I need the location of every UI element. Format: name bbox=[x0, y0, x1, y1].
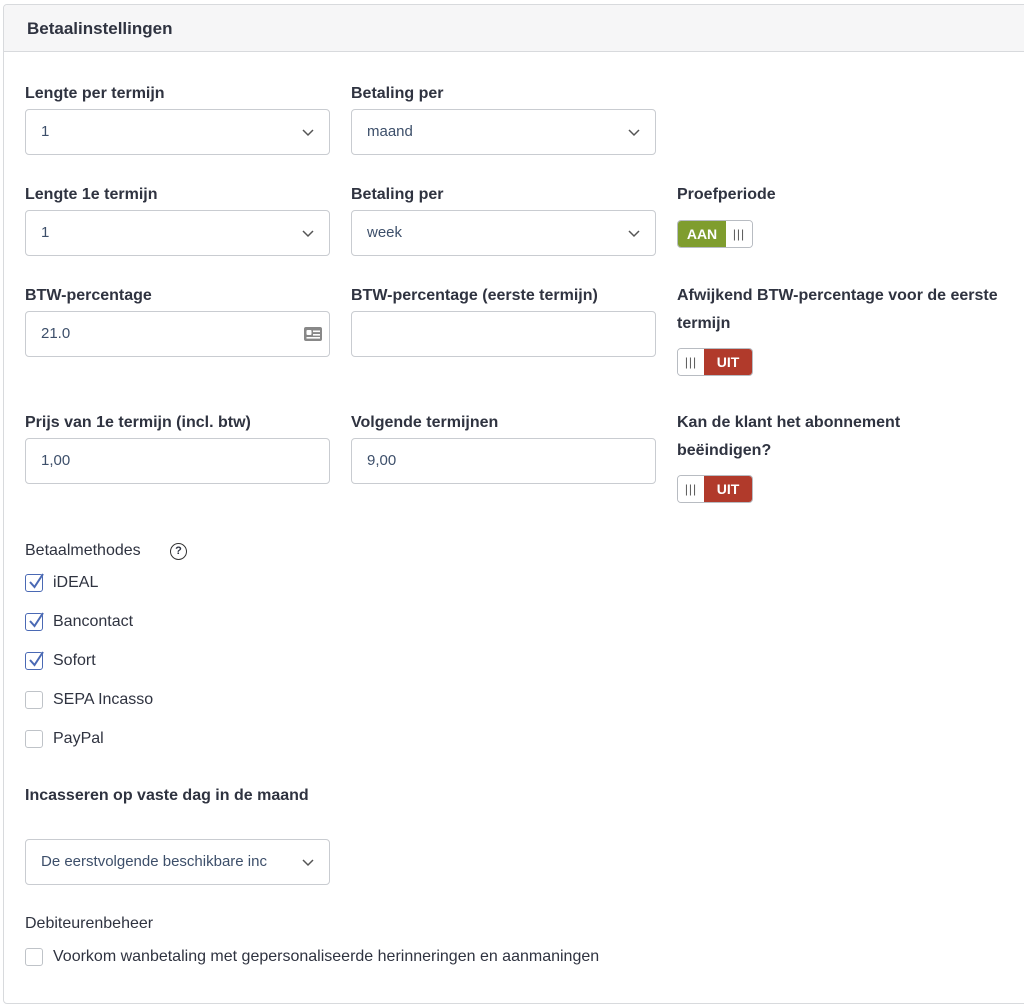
checkmark-icon bbox=[29, 573, 44, 589]
dunning-option[interactable]: Voorkom wanbetaling met gepersonaliseerd… bbox=[25, 945, 599, 969]
customer-cancel-toggle[interactable]: ||| UIT bbox=[677, 475, 753, 503]
first-payment-per-label: Betaling per bbox=[351, 186, 444, 203]
debtor-management-label: Debiteurenbeheer bbox=[25, 915, 154, 932]
first-term-length-value: 1 bbox=[41, 224, 50, 241]
payment-methods-label: Betaalmethodes bbox=[25, 542, 141, 559]
payment-method-label: Sofort bbox=[53, 652, 96, 669]
chevron-down-icon bbox=[302, 129, 314, 137]
checkbox[interactable] bbox=[25, 691, 43, 709]
chevron-down-icon bbox=[302, 230, 314, 238]
checkbox[interactable] bbox=[25, 948, 43, 966]
contact-card-icon bbox=[304, 327, 322, 341]
payment-method-label: Bancontact bbox=[53, 613, 134, 630]
dunning-option-label: Voorkom wanbetaling met gepersonaliseerd… bbox=[53, 948, 600, 965]
vat-first-input[interactable] bbox=[351, 311, 656, 357]
payment-method-item[interactable]: iDEAL bbox=[25, 571, 98, 595]
toggle-state: UIT bbox=[704, 349, 752, 375]
payment-method-label: PayPal bbox=[53, 730, 104, 747]
vat-value: 21.0 bbox=[41, 325, 71, 342]
payment-method-item[interactable]: SEPA Incasso bbox=[25, 688, 153, 712]
collection-day-value: De eerstvolgende beschikbare inc bbox=[41, 853, 267, 870]
vat-first-label: BTW-percentage (eerste termijn) bbox=[351, 287, 598, 304]
vat-label: BTW-percentage bbox=[25, 287, 152, 304]
help-icon[interactable]: ? bbox=[170, 543, 187, 560]
first-term-length-select[interactable]: 1 bbox=[25, 210, 330, 256]
trial-period-toggle[interactable]: AAN ||| bbox=[677, 220, 753, 248]
checkbox-checked[interactable] bbox=[25, 573, 44, 592]
toggle-grip-icon: ||| bbox=[678, 476, 704, 502]
payment-method-label: SEPA Incasso bbox=[53, 691, 154, 708]
checkmark-icon bbox=[29, 651, 44, 667]
first-price-label: Prijs van 1e termijn (incl. btw) bbox=[25, 414, 251, 431]
checkbox-checked[interactable] bbox=[25, 612, 44, 631]
payment-method-item[interactable]: PayPal bbox=[25, 727, 104, 751]
deviating-vat-toggle[interactable]: ||| UIT bbox=[677, 348, 753, 376]
payment-per-label: Betaling per bbox=[351, 85, 444, 102]
first-price-input[interactable]: 1,00 bbox=[25, 438, 330, 484]
payment-method-item[interactable]: Bancontact bbox=[25, 610, 133, 634]
deviating-vat-label: Afwijkend BTW-percentage voor de eerste … bbox=[677, 287, 998, 332]
trial-period-label: Proefperiode bbox=[677, 186, 776, 203]
payment-per-select[interactable]: maand bbox=[351, 109, 656, 155]
term-length-select[interactable]: 1 bbox=[25, 109, 330, 155]
next-terms-input[interactable]: 9,00 bbox=[351, 438, 656, 484]
panel-header: Betaalinstellingen bbox=[4, 5, 1024, 52]
payment-method-label: iDEAL bbox=[53, 574, 99, 591]
chevron-down-icon bbox=[302, 859, 314, 867]
collection-day-select[interactable]: De eerstvolgende beschikbare inc bbox=[25, 839, 330, 885]
next-terms-label: Volgende termijnen bbox=[351, 414, 499, 431]
collection-day-label: Incasseren op vaste dag in de maand bbox=[25, 787, 309, 804]
chevron-down-icon bbox=[628, 230, 640, 238]
first-term-length-label: Lengte 1e termijn bbox=[25, 186, 158, 203]
payment-per-value: maand bbox=[367, 123, 413, 140]
panel-title: Betaalinstellingen bbox=[27, 19, 173, 38]
vat-input[interactable]: 21.0 bbox=[25, 311, 330, 357]
first-price-value: 1,00 bbox=[41, 452, 71, 469]
next-terms-value: 9,00 bbox=[367, 452, 397, 469]
toggle-grip-icon: ||| bbox=[678, 349, 704, 375]
payment-method-item[interactable]: Sofort bbox=[25, 649, 96, 673]
first-payment-per-select[interactable]: week bbox=[351, 210, 656, 256]
term-length-value: 1 bbox=[41, 123, 50, 140]
checkbox[interactable] bbox=[25, 730, 43, 748]
toggle-state: AAN bbox=[678, 221, 726, 247]
toggle-grip-icon: ||| bbox=[726, 221, 752, 247]
chevron-down-icon bbox=[628, 129, 640, 137]
checkmark-icon bbox=[29, 612, 44, 628]
first-payment-per-value: week bbox=[367, 224, 403, 241]
toggle-state: UIT bbox=[704, 476, 752, 502]
term-length-label: Lengte per termijn bbox=[25, 85, 165, 102]
customer-cancel-label: Kan de klant het abonnement beëindigen? bbox=[677, 414, 901, 459]
checkbox-checked[interactable] bbox=[25, 651, 44, 670]
